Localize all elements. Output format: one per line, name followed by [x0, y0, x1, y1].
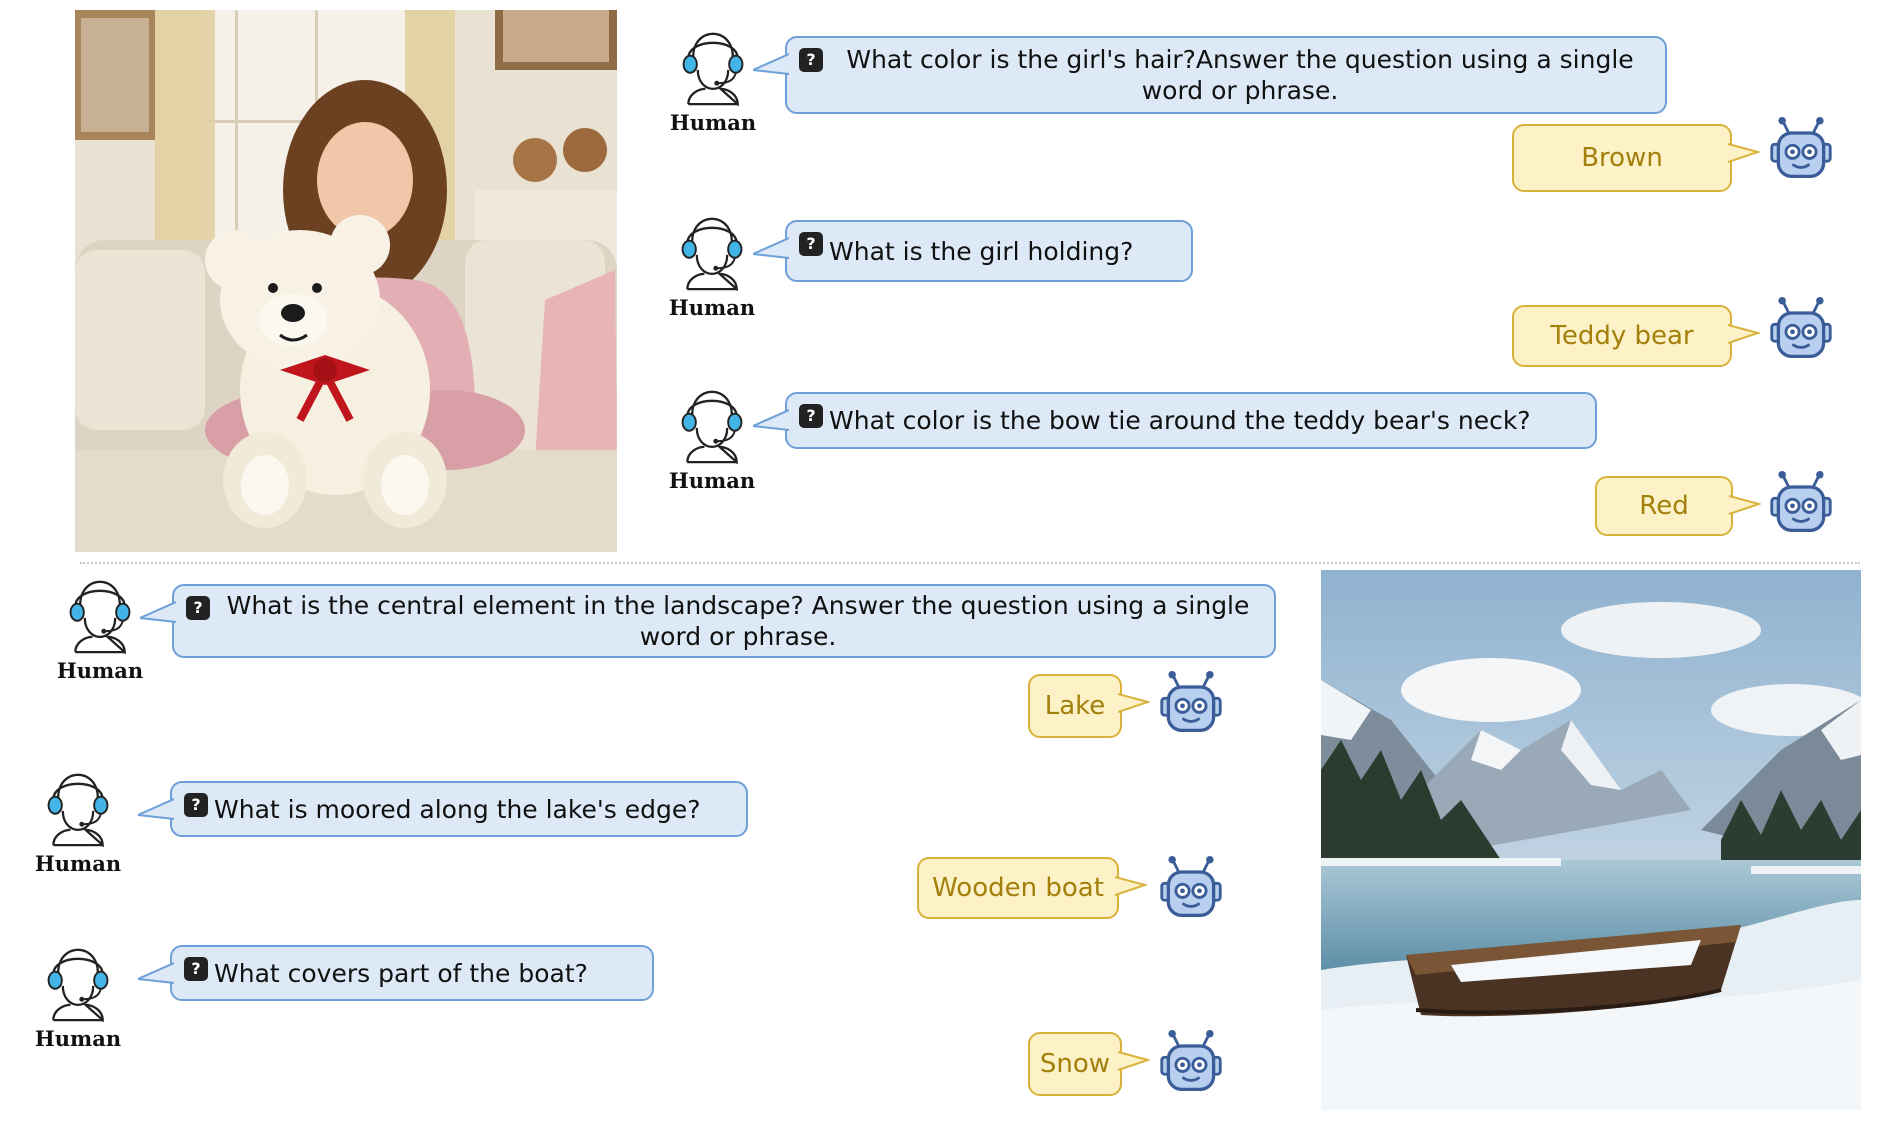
answer-text: Red: [1639, 490, 1689, 521]
question-mark-icon: ?: [799, 232, 823, 256]
girl-teddy-bear-photo: [75, 10, 617, 552]
human-headset-icon: [674, 388, 750, 464]
bubble-tail: [753, 236, 789, 260]
answer-bubble: Wooden boat: [917, 857, 1119, 919]
question-bubble: ? What covers part of the boat?: [170, 945, 654, 1001]
bubble-tail: [1729, 492, 1761, 516]
answer-bubble: Red: [1595, 476, 1733, 536]
answer-text: Brown: [1581, 142, 1663, 173]
question-mark-icon: ?: [799, 48, 823, 72]
answer-bubble: Teddy bear: [1512, 305, 1732, 367]
mountain-lake-boat-photo: [1321, 570, 1861, 1110]
question-mark-icon: ?: [799, 404, 823, 428]
bot-avatar: [1158, 1029, 1224, 1095]
answer-text: Lake: [1044, 690, 1106, 721]
bot-avatar: [1158, 670, 1224, 736]
answer-text: Teddy bear: [1550, 320, 1694, 351]
human-avatar: Human: [662, 388, 762, 493]
robot-icon: [1158, 855, 1224, 921]
bubble-tail: [753, 408, 789, 432]
bubble-tail: [1728, 140, 1760, 164]
human-avatar: Human: [663, 30, 763, 135]
human-avatar: Human: [28, 946, 128, 1051]
question-text: What is the central element in the lands…: [226, 591, 1250, 651]
human-avatar: Human: [50, 578, 150, 683]
bubble-tail: [138, 797, 174, 821]
answer-text: Snow: [1039, 1048, 1111, 1079]
bot-avatar: [1768, 116, 1834, 182]
robot-icon: [1768, 116, 1834, 182]
question-text: What covers part of the boat?: [214, 958, 588, 988]
robot-icon: [1768, 296, 1834, 362]
human-label: Human: [668, 295, 756, 320]
question-text: What is moored along the lake's edge?: [214, 794, 701, 824]
human-headset-icon: [40, 946, 116, 1022]
bubble-tail: [1728, 321, 1760, 345]
human-label: Human: [668, 468, 756, 493]
section-divider: [80, 562, 1860, 564]
answer-text: Wooden boat: [932, 872, 1104, 903]
robot-icon: [1768, 470, 1834, 536]
human-headset-icon: [62, 578, 138, 654]
bubble-tail: [1118, 690, 1150, 714]
robot-icon: [1158, 1029, 1224, 1095]
human-headset-icon: [675, 30, 751, 106]
answer-bubble: Lake: [1028, 674, 1122, 738]
question-text: What color is the girl's hair?Answer the…: [846, 45, 1634, 105]
answer-bubble: Snow: [1028, 1032, 1122, 1096]
bubble-tail: [1115, 873, 1147, 897]
question-mark-icon: ?: [184, 793, 208, 817]
question-bubble: ? What is the central element in the lan…: [172, 584, 1276, 658]
human-label: Human: [56, 658, 144, 683]
question-mark-icon: ?: [186, 596, 210, 620]
robot-icon: [1158, 670, 1224, 736]
bot-avatar: [1768, 470, 1834, 536]
human-label: Human: [34, 851, 122, 876]
question-mark-icon: ?: [184, 957, 208, 981]
bubble-tail: [753, 52, 789, 76]
bot-avatar: [1158, 855, 1224, 921]
human-headset-icon: [40, 771, 116, 847]
question-bubble: ? What is moored along the lake's edge?: [170, 781, 748, 837]
question-text: What color is the bow tie around the ted…: [829, 406, 1531, 435]
human-label: Human: [669, 110, 757, 135]
bubble-tail: [140, 600, 176, 624]
human-avatar: Human: [662, 215, 762, 320]
question-bubble: ? What color is the bow tie around the t…: [785, 392, 1597, 449]
bubble-tail: [1118, 1048, 1150, 1072]
answer-bubble: Brown: [1512, 124, 1732, 192]
bubble-tail: [138, 961, 174, 985]
question-bubble: ? What is the girl holding?: [785, 220, 1193, 282]
human-headset-icon: [674, 215, 750, 291]
human-label: Human: [34, 1026, 122, 1051]
question-bubble: ? What color is the girl's hair?Answer t…: [785, 36, 1667, 114]
human-avatar: Human: [28, 771, 128, 876]
question-text: What is the girl holding?: [829, 236, 1134, 266]
bot-avatar: [1768, 296, 1834, 362]
